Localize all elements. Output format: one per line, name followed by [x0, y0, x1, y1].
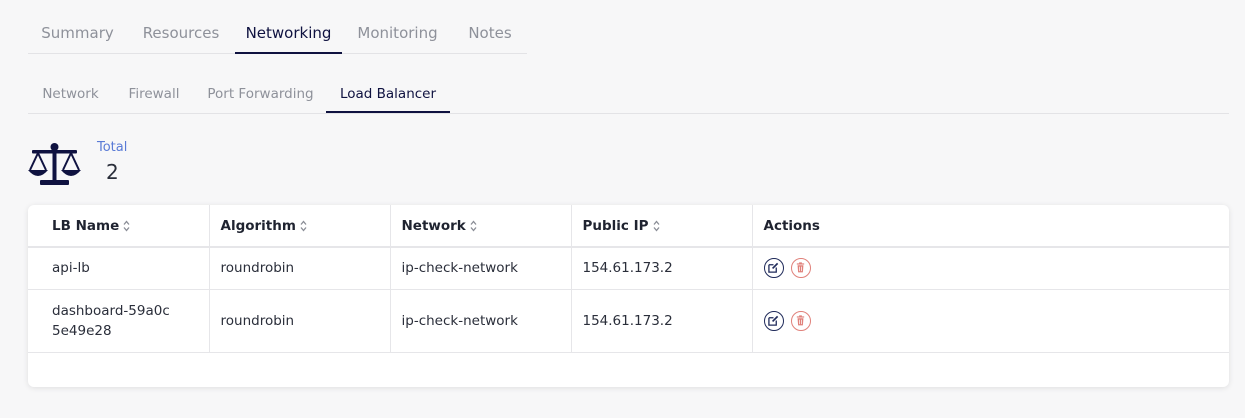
balance-scale-icon	[28, 143, 81, 185]
cell-public-ip: 154.61.173.2	[571, 247, 753, 289]
sort-icon[interactable]	[300, 219, 307, 232]
edit-button[interactable]	[763, 258, 784, 279]
cell-actions	[752, 289, 1229, 352]
column-header-actions: Actions	[752, 205, 1229, 247]
delete-button[interactable]	[790, 258, 811, 279]
column-header-label: Public IP	[582, 217, 649, 234]
column-header-algorithm[interactable]: Algorithm	[209, 205, 391, 247]
sort-icon[interactable]	[653, 219, 660, 232]
primary-tabs: Summary Resources Networking Monitoring …	[28, 14, 527, 54]
tab-port-forwarding[interactable]: Port Forwarding	[195, 78, 326, 113]
column-header-label: LB Name	[52, 217, 120, 234]
lb-name-text: api-lb	[52, 260, 90, 277]
load-balancer-table: LB Name Algorithm Network Public IP Acti…	[28, 205, 1229, 353]
tab-load-balancer[interactable]: Load Balancer	[326, 78, 450, 113]
sort-icon[interactable]	[470, 219, 477, 232]
edit-button[interactable]	[763, 310, 784, 331]
tab-notes[interactable]: Notes	[453, 14, 527, 54]
tab-firewall[interactable]: Firewall	[113, 78, 195, 113]
lb-name-text: dashboard-59a0c5e49e28	[52, 302, 170, 339]
cell-lb-name: dashboard-59a0c5e49e28	[28, 289, 210, 352]
cell-algorithm: roundrobin	[209, 289, 391, 352]
table-row: dashboard-59a0c5e49e28 roundrobin ip-che…	[28, 289, 1229, 352]
cell-algorithm: roundrobin	[209, 247, 391, 289]
column-header-label: Network	[401, 217, 466, 234]
cell-lb-name: api-lb	[28, 247, 210, 289]
cell-network: ip-check-network	[390, 247, 572, 289]
total-count: 2	[106, 160, 119, 184]
tab-network[interactable]: Network	[28, 78, 113, 113]
column-header-lb-name[interactable]: LB Name	[28, 205, 210, 247]
edit-icon	[767, 315, 778, 326]
delete-button[interactable]	[790, 310, 811, 331]
load-balancer-table-card: LB Name Algorithm Network Public IP Acti…	[28, 205, 1229, 387]
column-header-network[interactable]: Network	[390, 205, 572, 247]
cell-public-ip: 154.61.173.2	[571, 289, 753, 352]
column-header-label: Actions	[763, 217, 820, 234]
tab-resources[interactable]: Resources	[127, 14, 235, 54]
column-header-public-ip[interactable]: Public IP	[571, 205, 753, 247]
table-row: api-lb roundrobin ip-check-network 154.6…	[28, 247, 1229, 289]
cell-actions	[752, 247, 1229, 289]
trash-icon	[796, 262, 804, 273]
edit-icon	[767, 263, 778, 273]
sort-icon[interactable]	[123, 219, 130, 232]
cell-network: ip-check-network	[390, 289, 572, 352]
tab-monitoring[interactable]: Monitoring	[342, 14, 453, 54]
total-label: Total	[97, 140, 128, 155]
table-header-row: LB Name Algorithm Network Public IP Acti…	[28, 205, 1229, 247]
secondary-tabs: Network Firewall Port Forwarding Load Ba…	[28, 78, 1229, 114]
column-header-label: Algorithm	[220, 217, 296, 234]
tab-networking[interactable]: Networking	[235, 14, 342, 54]
tab-summary[interactable]: Summary	[28, 14, 127, 54]
trash-icon	[796, 314, 804, 325]
